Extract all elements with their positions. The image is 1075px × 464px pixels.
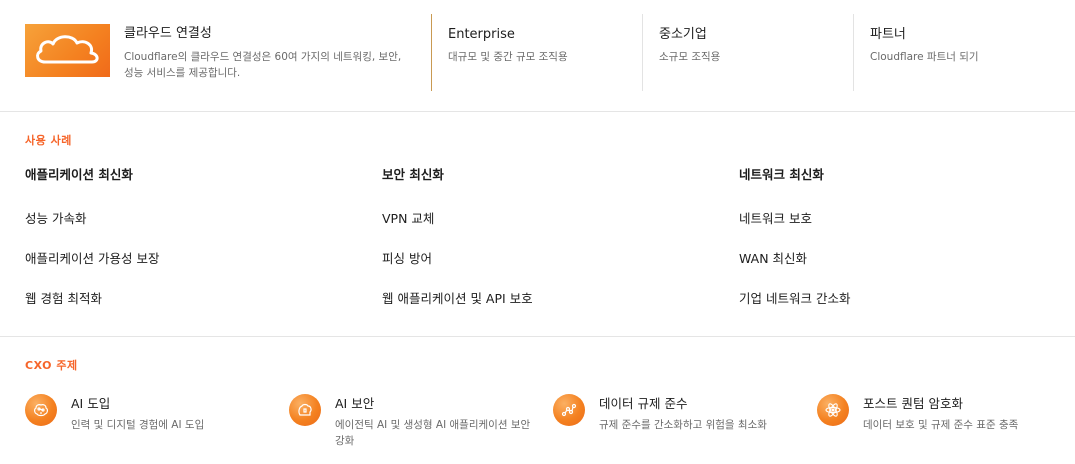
enterprise-subtitle: 대규모 및 중간 규모 조직용 [448, 51, 568, 63]
use-case-head-app[interactable]: 애플리케이션 최신화 [25, 166, 133, 184]
use-case-link[interactable]: WAN 최신화 [739, 250, 807, 268]
cxo-item-post-quantum[interactable]: 포스트 퀀텀 암호화 데이터 보호 및 규제 준수 표준 충족 [817, 394, 1067, 433]
partner-title: 파트너 [870, 27, 906, 42]
cxo-description: 에이전틱 AI 및 생성형 AI 애플리케이션 보안 강화 [335, 419, 531, 447]
use-case-link[interactable]: 애플리케이션 가용성 보장 [25, 250, 159, 268]
use-case-link[interactable]: 웹 애플리케이션 및 API 보호 [382, 290, 533, 308]
hero-title: 클라우드 연결성 [124, 26, 212, 41]
cloud-icon [25, 24, 110, 77]
ai-security-icon [289, 394, 321, 426]
top-nav-panel: 클라우드 연결성 Cloudflare의 클라우드 연결성은 60여 가지의 네… [0, 0, 1075, 112]
enterprise-link[interactable]: Enterprise 대규모 및 중간 규모 조직용 [431, 14, 631, 91]
atom-icon [817, 394, 849, 426]
cxo-description: 인력 및 디지털 경험에 AI 도입 [71, 419, 205, 431]
use-case-head-security[interactable]: 보안 최신화 [382, 166, 444, 184]
use-case-link[interactable]: 네트워크 보호 [739, 210, 812, 228]
cxo-title: AI 도입 [71, 396, 111, 411]
cxo-title: AI 보안 [335, 396, 375, 411]
cxo-item-data-compliance[interactable]: 데이터 규제 준수 규제 준수를 간소화하고 위험을 최소화 [553, 394, 803, 433]
use-case-link[interactable]: 성능 가속화 [25, 210, 86, 228]
use-case-head-network[interactable]: 네트워크 최신화 [739, 166, 824, 184]
partner-subtitle: Cloudflare 파트너 되기 [870, 51, 979, 63]
cxo-item-ai-security[interactable]: AI 보안 에이전틱 AI 및 생성형 AI 애플리케이션 보안 강화 [289, 394, 539, 449]
use-case-link[interactable]: 기업 네트워크 간소화 [739, 290, 850, 308]
use-case-link[interactable]: 웹 경험 최적화 [25, 290, 102, 308]
cxo-title: 데이터 규제 준수 [599, 396, 688, 411]
partner-link[interactable]: 파트너 Cloudflare 파트너 되기 [853, 14, 1053, 91]
use-case-link[interactable]: VPN 교체 [382, 210, 434, 228]
data-compliance-icon [553, 394, 585, 426]
smb-title: 중소기업 [659, 27, 707, 42]
hero-description: Cloudflare의 클라우드 연결성은 60여 가지의 네트워킹, 보안, … [124, 51, 402, 79]
cxo-description: 규제 준수를 간소화하고 위험을 최소화 [599, 419, 767, 431]
use-case-link[interactable]: 피싱 방어 [382, 250, 432, 268]
smb-subtitle: 소규모 조직용 [659, 51, 721, 63]
enterprise-title: Enterprise [448, 27, 515, 42]
cxo-title: 포스트 퀀텀 암호화 [863, 396, 963, 411]
cxo-item-ai-adoption[interactable]: AI 도입 인력 및 디지털 경험에 AI 도입 [25, 394, 275, 433]
cloud-connectivity-card[interactable]: 클라우드 연결성 Cloudflare의 클라우드 연결성은 60여 가지의 네… [25, 24, 425, 81]
cxo-topics-label: CXO 주제 [25, 359, 78, 372]
ai-brain-icon [25, 394, 57, 426]
section-divider [0, 336, 1075, 337]
use-cases-label: 사용 사례 [25, 134, 72, 147]
smb-link[interactable]: 중소기업 소규모 조직용 [642, 14, 842, 91]
cxo-description: 데이터 보호 및 규제 준수 표준 충족 [863, 419, 1019, 431]
